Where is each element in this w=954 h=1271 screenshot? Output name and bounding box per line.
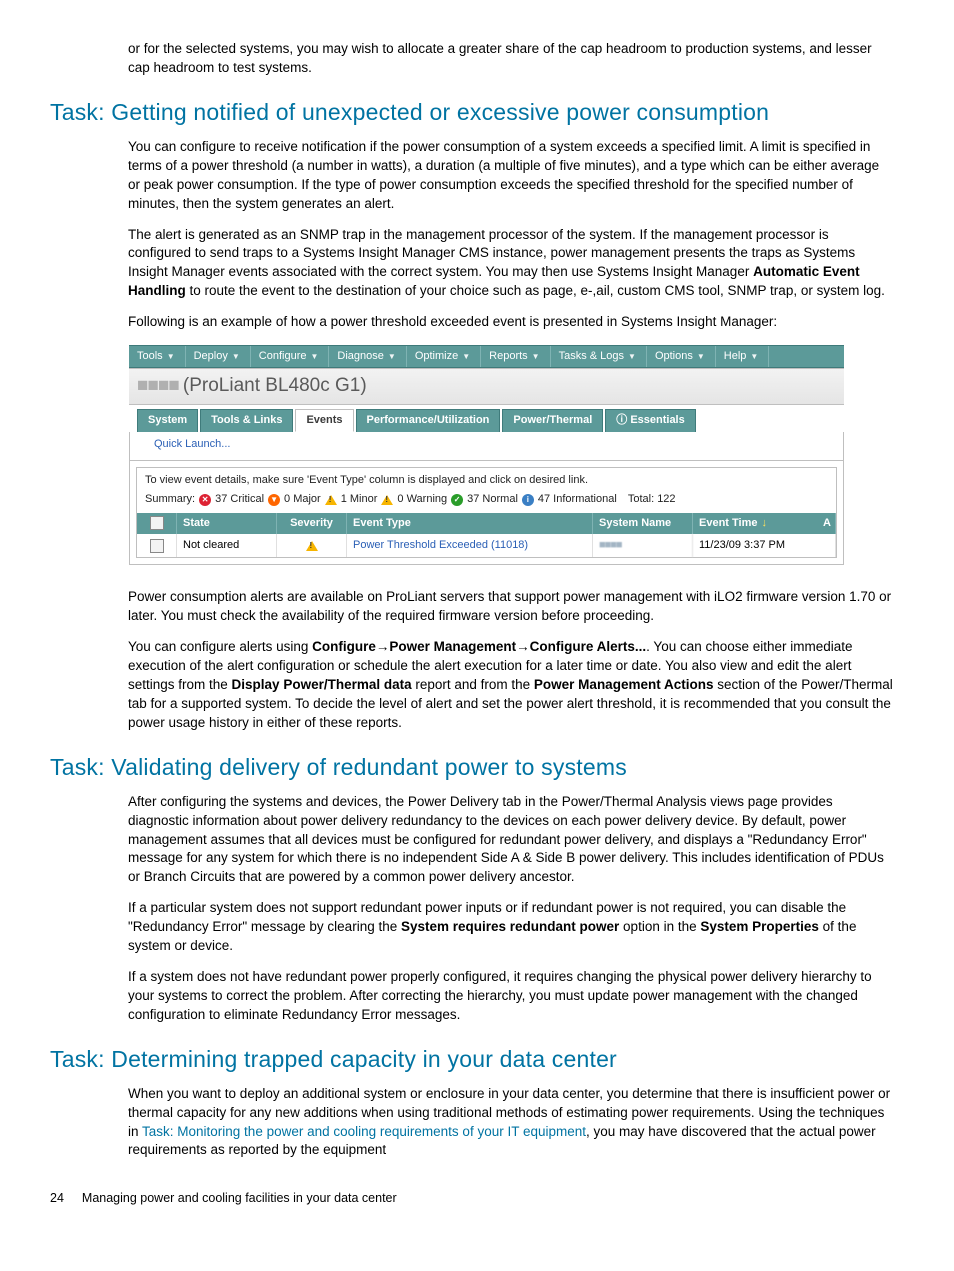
major-icon: ▼ — [268, 494, 280, 506]
menu-tasks-logs[interactable]: Tasks & Logs▼ — [551, 346, 647, 367]
checkbox-icon[interactable] — [150, 516, 164, 530]
menu-help[interactable]: Help▼ — [716, 346, 770, 367]
quick-launch-link[interactable]: Quick Launch... — [130, 432, 843, 460]
col-system-name[interactable]: System Name — [593, 513, 693, 534]
device-model: (ProLiant BL480c G1) — [183, 375, 367, 396]
chevron-down-icon: ▼ — [310, 351, 318, 362]
chevron-down-icon: ▼ — [750, 351, 758, 362]
critical-icon: ✕ — [199, 494, 211, 506]
device-name-redacted: ■■■■ — [137, 375, 179, 396]
menu-tools[interactable]: Tools▼ — [129, 346, 186, 367]
page-footer: 24 Managing power and cooling facilities … — [50, 1190, 904, 1208]
col-checkbox[interactable] — [137, 513, 177, 534]
after1-p1: Power consumption alerts are available o… — [128, 588, 894, 626]
cell-event-time: 11/23/09 3:37 PM — [693, 534, 836, 557]
table-row: Not cleared ! Power Threshold Exceeded (… — [137, 534, 836, 557]
normal-icon: ✓ — [451, 494, 463, 506]
events-screenshot: Tools▼ Deploy▼ Configure▼ Diagnose▼ Opti… — [128, 344, 845, 566]
cell-system-name[interactable]: ■■■■ — [593, 534, 693, 557]
warning-icon: ! — [381, 495, 393, 505]
col-state[interactable]: State — [177, 513, 277, 534]
cell-event-type[interactable]: Power Threshold Exceeded (11018) — [347, 534, 593, 557]
chevron-down-icon: ▼ — [532, 351, 540, 362]
minor-icon: ! — [325, 495, 337, 505]
chevron-down-icon: ▼ — [232, 351, 240, 362]
menu-bar: Tools▼ Deploy▼ Configure▼ Diagnose▼ Opti… — [129, 345, 844, 368]
cell-state: Not cleared — [177, 534, 277, 557]
warning-icon: ! — [306, 541, 318, 551]
menu-reports[interactable]: Reports▼ — [481, 346, 550, 367]
col-event-time[interactable]: Event Time↓A — [693, 513, 836, 534]
chevron-down-icon: ▼ — [388, 351, 396, 362]
task1-p1: You can configure to receive notificatio… — [128, 138, 894, 214]
after1-p2: You can configure alerts using Configure… — [128, 638, 894, 732]
col-severity[interactable]: Severity — [277, 513, 347, 534]
task2-p2: If a particular system does not support … — [128, 899, 894, 956]
task2-heading: Task: Validating delivery of redundant p… — [50, 751, 904, 783]
tab-bar: System Tools & Links Events Performance/… — [129, 409, 844, 432]
row-checkbox[interactable] — [150, 539, 164, 553]
summary-line: Summary: ✕37 Critical ▼0 Major !1 Minor … — [137, 490, 836, 512]
menu-configure[interactable]: Configure▼ — [251, 346, 330, 367]
table-header: State Severity Event Type System Name Ev… — [137, 513, 836, 534]
page-number: 24 — [50, 1191, 64, 1205]
info-icon: i — [522, 494, 534, 506]
chevron-down-icon: ▼ — [462, 351, 470, 362]
task2-p3: If a system does not have redundant powe… — [128, 968, 894, 1025]
tab-power-thermal[interactable]: Power/Thermal — [502, 409, 603, 432]
task1-p3: Following is an example of how a power t… — [128, 313, 894, 332]
col-event-type[interactable]: Event Type — [347, 513, 593, 534]
menu-options[interactable]: Options▼ — [647, 346, 716, 367]
menu-diagnose[interactable]: Diagnose▼ — [329, 346, 406, 367]
tab-tools-links[interactable]: Tools & Links — [200, 409, 293, 432]
tab-performance[interactable]: Performance/Utilization — [356, 409, 501, 432]
cell-severity: ! — [277, 534, 347, 557]
chevron-down-icon: ▼ — [628, 351, 636, 362]
tab-events[interactable]: Events — [295, 409, 353, 432]
tab-system[interactable]: System — [137, 409, 198, 432]
chevron-down-icon: ▼ — [167, 351, 175, 362]
task1-p2: The alert is generated as an SNMP trap i… — [128, 226, 894, 302]
menu-deploy[interactable]: Deploy▼ — [186, 346, 251, 367]
task3-heading: Task: Determining trapped capacity in yo… — [50, 1043, 904, 1075]
help-text: To view event details, make sure 'Event … — [137, 468, 836, 490]
title-bar: ■■■■(ProLiant BL480c G1) — [129, 368, 844, 405]
task1-heading: Task: Getting notified of unexpected or … — [50, 96, 904, 128]
tab-essentials[interactable]: ⓘ Essentials — [605, 409, 695, 432]
task3-p1: When you want to deploy an additional sy… — [128, 1085, 894, 1161]
footer-title: Managing power and cooling facilities in… — [82, 1191, 397, 1205]
task-monitoring-link[interactable]: Task: Monitoring the power and cooling r… — [142, 1124, 586, 1139]
task2-p1: After configuring the systems and device… — [128, 793, 894, 887]
chevron-down-icon: ▼ — [697, 351, 705, 362]
menu-optimize[interactable]: Optimize▼ — [407, 346, 481, 367]
sort-down-icon: ↓ — [762, 517, 768, 529]
intro-paragraph: or for the selected systems, you may wis… — [128, 40, 894, 78]
